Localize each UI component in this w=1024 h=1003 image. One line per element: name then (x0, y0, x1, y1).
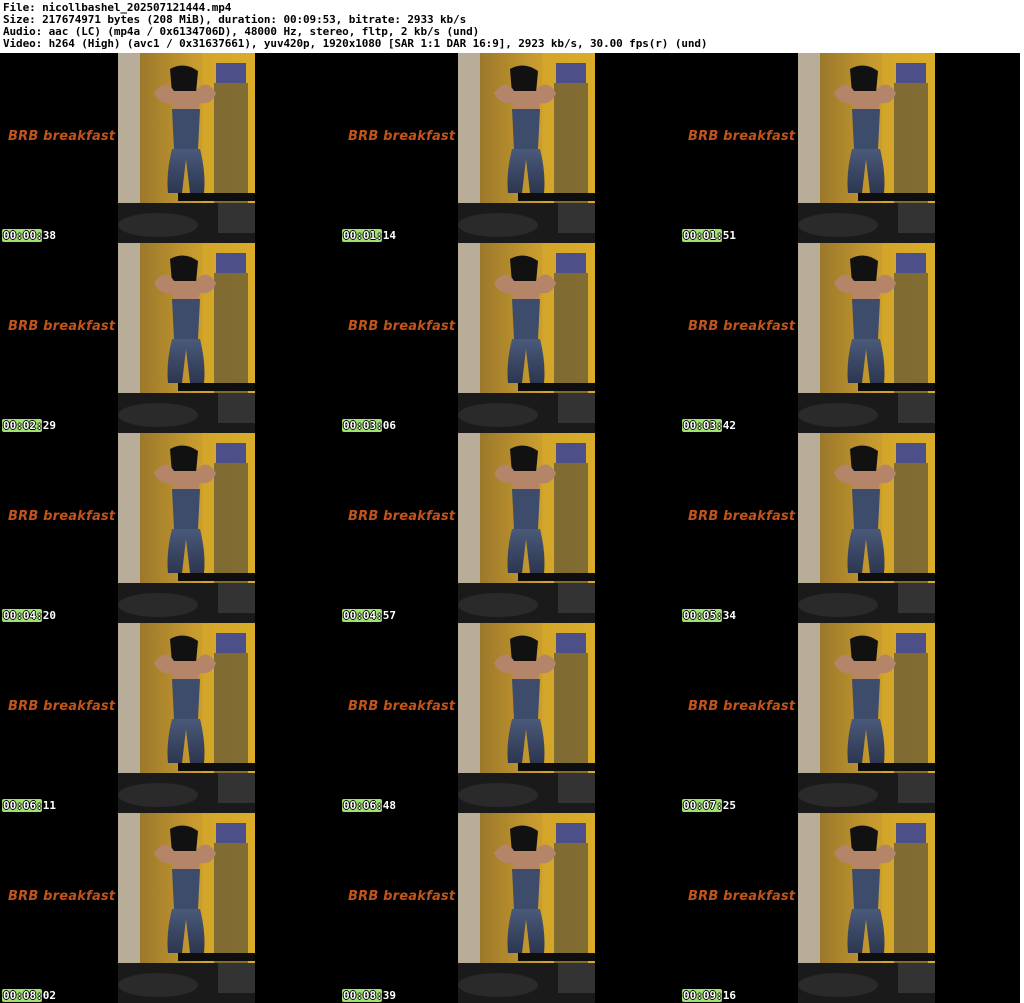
video-frame-image (118, 813, 255, 1003)
timestamp-label: 00:06:11 (3, 799, 56, 812)
timestamp-label: 00:07:25 (683, 799, 736, 812)
timestamp-label: 00:04:20 (3, 609, 56, 622)
video-info-line: Video: h264 (High) (avc1 / 0x31637661), … (3, 37, 708, 50)
video-frame-image (118, 623, 255, 813)
timestamp-label: 00:01:51 (683, 229, 736, 242)
video-frame-image (798, 433, 935, 623)
timestamp-label: 00:08:02 (3, 989, 56, 1002)
file-info-header: File: nicollbashel_202507121444.mp4 Size… (0, 0, 1024, 53)
brb-overlay-text: BRB breakfast (8, 889, 116, 904)
video-frame-image (118, 433, 255, 623)
video-frame-image (458, 623, 595, 813)
brb-overlay-text: BRB breakfast (348, 699, 456, 714)
timestamp-label: 00:08:39 (343, 989, 396, 1002)
thumbnail-grid: BRB breakfast 00:00:38 BRB breakfast 00:01… (0, 53, 1024, 1003)
video-thumbnail: BRB breakfast 00:07:25 (680, 623, 1020, 813)
timestamp-label: 00:03:42 (683, 419, 736, 432)
video-frame-image (798, 813, 935, 1003)
timestamp-label: 00:04:57 (343, 609, 396, 622)
timestamp-label: 00:05:34 (683, 609, 736, 622)
video-thumbnail: BRB breakfast 00:00:38 (0, 53, 340, 243)
timestamp-label: 00:00:38 (3, 229, 56, 242)
brb-overlay-text: BRB breakfast (8, 129, 116, 144)
brb-overlay-text: BRB breakfast (348, 509, 456, 524)
video-thumbnail: BRB breakfast 00:04:20 (0, 433, 340, 623)
video-frame-image (798, 623, 935, 813)
video-thumbnail: BRB breakfast 00:02:29 (0, 243, 340, 433)
video-frame-image (458, 53, 595, 243)
brb-overlay-text: BRB breakfast (348, 129, 456, 144)
video-thumbnail: BRB breakfast 00:06:11 (0, 623, 340, 813)
video-thumbnail: BRB breakfast 00:03:06 (340, 243, 680, 433)
video-thumbnail: BRB breakfast 00:06:48 (340, 623, 680, 813)
brb-overlay-text: BRB breakfast (8, 699, 116, 714)
video-frame-image (458, 433, 595, 623)
video-thumbnail: BRB breakfast 00:01:51 (680, 53, 1020, 243)
timestamp-label: 00:06:48 (343, 799, 396, 812)
video-thumbnail: BRB breakfast 00:08:02 (0, 813, 340, 1003)
video-frame-image (798, 243, 935, 433)
timestamp-label: 00:02:29 (3, 419, 56, 432)
video-frame-image (798, 53, 935, 243)
brb-overlay-text: BRB breakfast (688, 509, 796, 524)
timestamp-label: 00:03:06 (343, 419, 396, 432)
brb-overlay-text: BRB breakfast (688, 699, 796, 714)
brb-overlay-text: BRB breakfast (348, 319, 456, 334)
brb-overlay-text: BRB breakfast (348, 889, 456, 904)
video-thumbnail: BRB breakfast 00:03:42 (680, 243, 1020, 433)
video-frame-image (458, 813, 595, 1003)
brb-overlay-text: BRB breakfast (688, 129, 796, 144)
brb-overlay-text: BRB breakfast (688, 889, 796, 904)
video-frame-image (118, 53, 255, 243)
timestamp-label: 00:09:16 (683, 989, 736, 1002)
video-thumbnail: BRB breakfast 00:04:57 (340, 433, 680, 623)
video-thumbnail: BRB breakfast 00:05:34 (680, 433, 1020, 623)
brb-overlay-text: BRB breakfast (8, 319, 116, 334)
brb-overlay-text: BRB breakfast (8, 509, 116, 524)
video-thumbnail: BRB breakfast 00:08:39 (340, 813, 680, 1003)
video-frame-image (118, 243, 255, 433)
video-frame-image (458, 243, 595, 433)
video-thumbnail: BRB breakfast 00:01:14 (340, 53, 680, 243)
video-thumbnail: BRB breakfast 00:09:16 (680, 813, 1020, 1003)
timestamp-label: 00:01:14 (343, 229, 396, 242)
brb-overlay-text: BRB breakfast (688, 319, 796, 334)
